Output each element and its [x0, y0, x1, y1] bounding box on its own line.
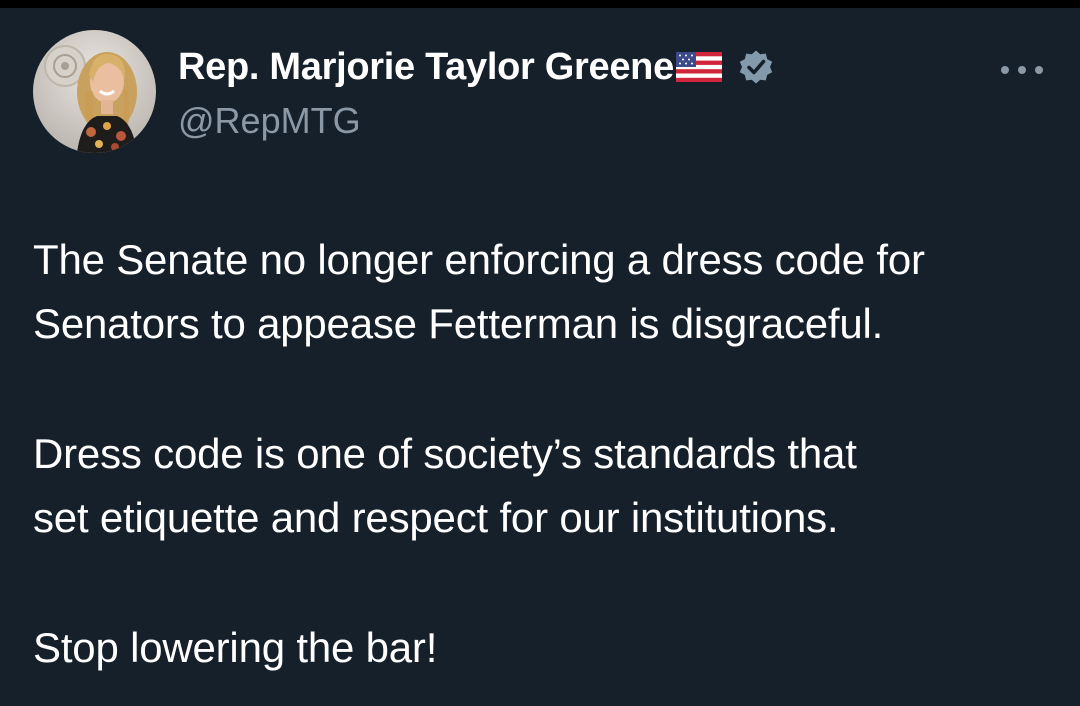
us-flag-icon — [675, 52, 722, 82]
tweet-text: The Senate no longer enforcing a dress c… — [33, 228, 1063, 680]
tweet-line: Stop lowering the bar! — [33, 624, 438, 671]
tweet-line: set etiquette and respect for our instit… — [33, 494, 839, 541]
tweet-line: Dress code is one of society’s standards… — [33, 430, 857, 477]
tweet-line: The Senate no longer enforcing a dress c… — [33, 236, 925, 283]
more-options-icon — [1001, 66, 1043, 74]
author-handle[interactable]: @RepMTG — [178, 100, 361, 142]
tweet-line: Senators to appease Fetterman is disgrac… — [33, 300, 884, 347]
top-edge-strip — [0, 0, 1080, 8]
tweet-card: Rep. Marjorie Taylor Greene @RepMTG The … — [0, 8, 1080, 706]
verified-badge-icon[interactable] — [738, 49, 774, 85]
author-name-row[interactable]: Rep. Marjorie Taylor Greene — [178, 46, 774, 88]
more-options-button[interactable] — [992, 50, 1052, 90]
author-display-name: Rep. Marjorie Taylor Greene — [178, 45, 674, 88]
author-avatar[interactable] — [33, 30, 156, 153]
avatar-photo — [33, 30, 156, 153]
